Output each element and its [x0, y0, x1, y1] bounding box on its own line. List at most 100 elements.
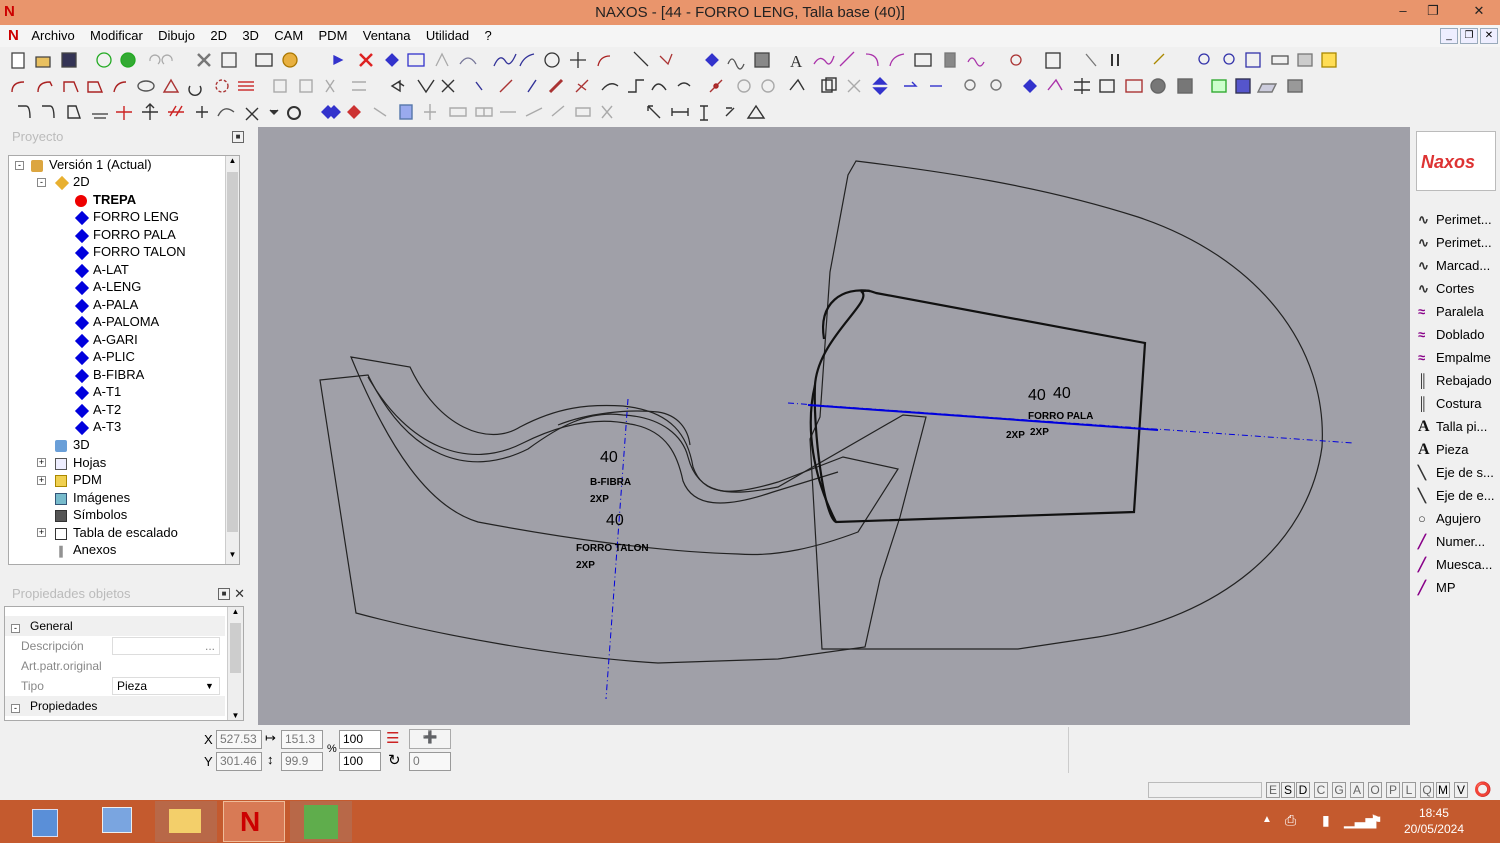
scroll-down-icon[interactable]: ▼ — [228, 711, 243, 720]
tool-cortes[interactable]: ∿ Cortes — [1418, 278, 1474, 300]
menu-ventana[interactable]: Ventana — [357, 25, 417, 46]
tree-item-imagenes[interactable]: Imágenes — [55, 489, 130, 506]
tree-collapse-icon[interactable]: - — [15, 161, 24, 170]
tree-item-forro-talon[interactable]: FORRO TALON — [74, 243, 186, 260]
rotate-icon[interactable]: ↻ — [388, 751, 401, 769]
status-o[interactable]: O — [1368, 782, 1382, 798]
battery-icon[interactable]: ▮ — [1322, 812, 1330, 829]
tree-item-a-t1[interactable]: A-T1 — [74, 383, 121, 400]
width-field[interactable]: 151.3 — [281, 730, 323, 749]
explorer-task-icon[interactable] — [88, 801, 150, 842]
scroll-down-icon[interactable]: ▼ — [226, 550, 239, 564]
tool-perimetro-2[interactable]: ∿ Perimet... — [1418, 232, 1492, 254]
tree-expand-icon[interactable]: + — [37, 458, 46, 467]
ellipsis-button[interactable]: ... — [205, 636, 215, 656]
props-scrollbar[interactable]: ▲ ▼ — [227, 607, 243, 720]
tree-item-a-t3[interactable]: A-T3 — [74, 418, 121, 435]
menu-2d[interactable]: 2D — [204, 25, 233, 46]
status-q[interactable]: Q — [1420, 782, 1434, 798]
tree-item-a-plic[interactable]: A-PLIC — [74, 348, 135, 365]
tree-item-a-t2[interactable]: A-T2 — [74, 401, 121, 418]
pattern-drawing[interactable] — [258, 127, 1410, 725]
naxos-menu-icon[interactable]: N — [0, 27, 22, 44]
prop-section-propiedades[interactable]: - Propiedades — [5, 696, 225, 716]
status-d[interactable]: D — [1296, 782, 1310, 798]
tree-item-hojas[interactable]: Hojas — [55, 454, 106, 471]
height-field[interactable]: 99.9 — [281, 752, 323, 771]
status-v[interactable]: V — [1454, 782, 1468, 798]
tool-doblado[interactable]: ≈ Doblado — [1418, 324, 1484, 346]
printer-icon[interactable]: ⎙ — [1285, 812, 1296, 829]
tree-item-simbolos[interactable]: Símbolos — [55, 506, 127, 523]
panel-pin-icon[interactable]: ■ — [232, 131, 244, 143]
tree-item-forro-pala[interactable]: FORRO PALA — [74, 226, 176, 243]
menu-3d[interactable]: 3D — [236, 25, 265, 46]
props-scroll-thumb[interactable] — [230, 623, 241, 673]
status-a[interactable]: A — [1350, 782, 1364, 798]
tool-pieza[interactable]: A Pieza — [1418, 439, 1469, 461]
tree-item-tabla-escalado[interactable]: Tabla de escalado — [55, 524, 178, 541]
status-p[interactable]: P — [1386, 782, 1400, 798]
menu-dibujo[interactable]: Dibujo — [152, 25, 201, 46]
status-alert-icon[interactable]: ⭕ — [1474, 781, 1491, 798]
mdi-close-button[interactable]: ✕ — [1480, 28, 1498, 44]
maximize-button[interactable]: ❐ — [1418, 0, 1448, 22]
scroll-up-icon[interactable]: ▲ — [226, 156, 239, 170]
tree-item-a-paloma[interactable]: A-PALOMA — [74, 313, 159, 330]
tree-scrollbar[interactable]: ▲ ▼ — [225, 156, 239, 564]
naxos-task-icon[interactable]: N — [223, 801, 285, 842]
tree-item-pdm[interactable]: PDM — [55, 471, 102, 488]
tree-item-version[interactable]: Versión 1 (Actual) — [31, 156, 152, 173]
y-coordinate-field[interactable]: 301.46 — [216, 752, 262, 771]
status-c[interactable]: C — [1314, 782, 1328, 798]
tree-item-a-lat[interactable]: A-LAT — [74, 261, 129, 278]
tool-marcado[interactable]: ∿ Marcad... — [1418, 255, 1490, 277]
tree-item-trepa[interactable]: TREPA — [75, 191, 136, 208]
status-e[interactable]: E — [1266, 782, 1280, 798]
tool-muesca[interactable]: ╱ Muesca... — [1418, 554, 1492, 576]
menu-help[interactable]: ? — [479, 25, 498, 46]
tool-agujero[interactable]: ○ Agujero — [1418, 508, 1481, 530]
tool-numeracion[interactable]: ╱ Numer... — [1418, 531, 1485, 553]
scale-y-field[interactable]: 100 — [339, 752, 381, 771]
tree-item-3d[interactable]: 3D — [55, 436, 90, 453]
drawing-canvas[interactable]: 40 B-FIBRA 2XP 40 FORRO TALON 2XP 40 40 … — [258, 127, 1410, 725]
flag-icon[interactable]: ⚑ — [1370, 812, 1383, 829]
tool-eje-escalado[interactable]: ╲ Eje de e... — [1418, 485, 1495, 507]
scale-x-field[interactable]: 100 — [339, 730, 381, 749]
mdi-minimize-button[interactable]: _ — [1440, 28, 1458, 44]
dropdown-arrow-icon[interactable]: ▼ — [205, 676, 214, 696]
menu-utilidad[interactable]: Utilidad — [420, 25, 475, 46]
transform-button[interactable]: ➕ — [409, 729, 451, 749]
x-coordinate-field[interactable]: 527.53 — [216, 730, 262, 749]
panel-pin-icon[interactable]: ■ — [218, 588, 230, 600]
tree-item-b-fibra[interactable]: B-FIBRA — [74, 366, 144, 383]
rotation-field[interactable]: 0 — [409, 752, 451, 771]
tree-item-forro-leng[interactable]: FORRO LENG — [74, 208, 179, 225]
tool-talla-pieza[interactable]: A Talla pi... — [1418, 416, 1487, 438]
tree-expand-icon[interactable]: + — [37, 476, 46, 485]
tool-costura[interactable]: ║ Costura — [1418, 393, 1482, 415]
tool-empalme[interactable]: ≈ Empalme — [1418, 347, 1491, 369]
tree-collapse-icon[interactable]: - — [37, 178, 46, 187]
menu-modificar[interactable]: Modificar — [84, 25, 149, 46]
tree-scroll-thumb[interactable] — [227, 172, 238, 532]
tree-item-anexos[interactable]: ∥ Anexos — [55, 541, 116, 558]
align-icon[interactable]: ☰ — [386, 729, 406, 749]
panel-close-icon[interactable]: ✕ — [234, 586, 245, 602]
taskbar-clock[interactable]: 18:45 20/05/2024 — [1404, 805, 1464, 837]
section-collapse-icon[interactable]: - — [11, 624, 20, 633]
folder-task-icon[interactable] — [155, 801, 217, 842]
tray-chevron-icon[interactable]: ▲ — [1262, 814, 1272, 825]
tree-item-a-leng[interactable]: A-LENG — [74, 278, 141, 295]
menu-cam[interactable]: CAM — [268, 25, 309, 46]
tree-item-a-gari[interactable]: A-GARI — [74, 331, 138, 348]
tool-paralela[interactable]: ≈ Paralela — [1418, 301, 1484, 323]
mdi-restore-button[interactable]: ❐ — [1460, 28, 1478, 44]
status-s[interactable]: S — [1281, 782, 1295, 798]
toolbar-icons-3[interactable] — [0, 100, 1410, 126]
menu-archivo[interactable]: Archivo — [25, 25, 80, 46]
tree-item-2d[interactable]: 2D — [54, 173, 90, 190]
menu-pdm[interactable]: PDM — [313, 25, 354, 46]
minimize-button[interactable]: – — [1388, 0, 1418, 22]
